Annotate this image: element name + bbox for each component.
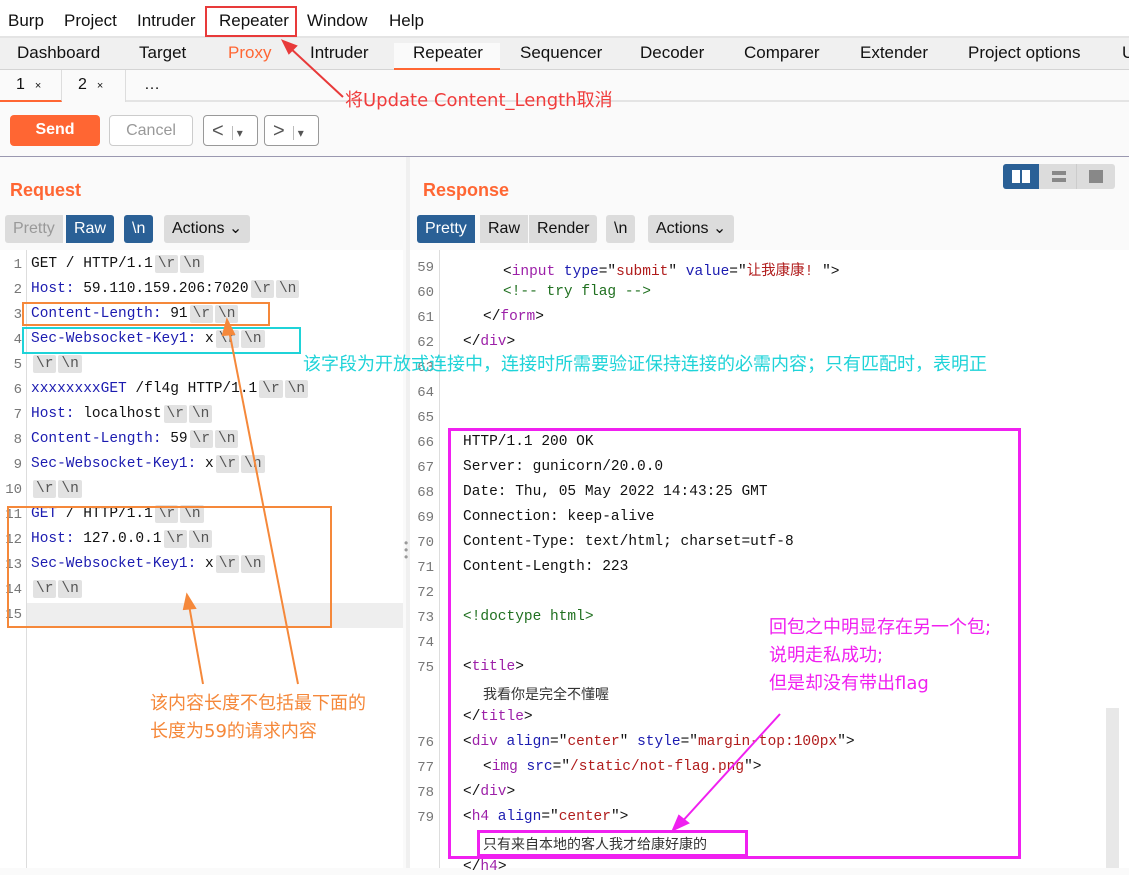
length-arrow-2	[182, 592, 204, 685]
length-arrow-1	[221, 317, 299, 685]
response-arrow	[671, 713, 781, 833]
annotation-arrows	[182, 39, 781, 833]
menu-arrow	[280, 39, 344, 98]
